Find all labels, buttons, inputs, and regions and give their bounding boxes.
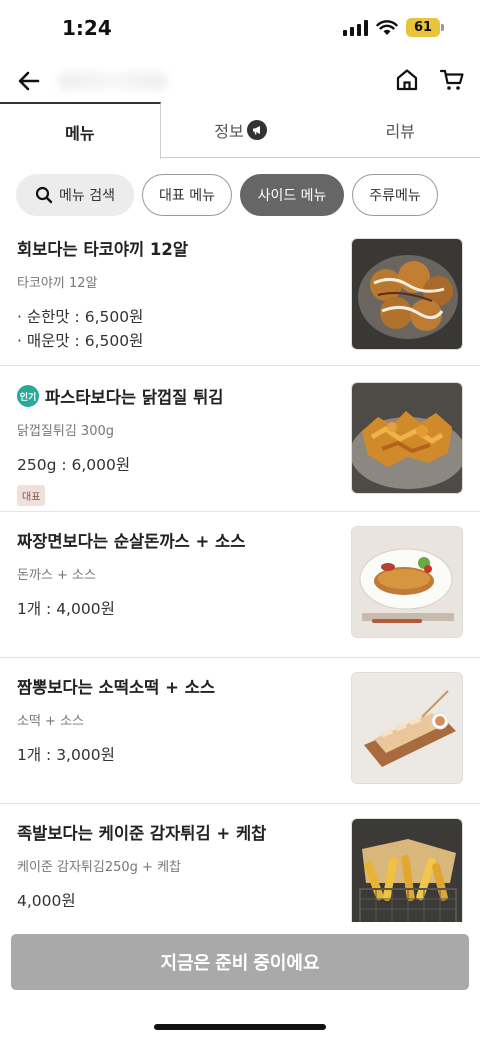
store-title-blurred: [58, 72, 168, 90]
menu-search-button[interactable]: 메뉴 검색: [16, 174, 134, 216]
preparing-button[interactable]: 지금은 준비 중이에요: [11, 934, 469, 990]
menu-item-price: 250g : 6,000원: [17, 456, 131, 474]
wifi-icon: [376, 19, 398, 35]
pork-cutlet-photo: [351, 526, 463, 638]
home-icon[interactable]: [394, 67, 420, 93]
cajun-fries-photo: [351, 818, 463, 930]
tab-label: 메뉴: [65, 123, 95, 143]
search-icon: [35, 186, 53, 204]
tab-label: 리뷰: [385, 121, 415, 141]
menu-item-name: 짜장면보다는 순살돈까스 + 소스: [17, 532, 246, 551]
menu-item-desc: 닭껍질튀김 300g: [17, 424, 114, 439]
takoyaki-photo: [351, 238, 463, 350]
menu-item-price: 4,000원: [17, 892, 76, 910]
menu-item-name: 족발보다는 케이준 감자튀김 + 케찹: [17, 824, 267, 843]
menu-item[interactable]: 인기 파스타보다는 닭껍질 튀김 닭껍질튀김 300g 250g : 6,000…: [0, 366, 480, 512]
menu-item[interactable]: 회보다는 타코야끼 12알 타코야끼 12알 · 순한맛 : 6,500원 · …: [0, 228, 480, 366]
tab-label: 정보: [214, 121, 244, 141]
menu-item-price: · 매운맛 : 6,500원: [17, 332, 144, 350]
menu-item-price: 1개 : 3,000원: [17, 746, 115, 764]
cart-icon[interactable]: [439, 67, 465, 93]
menu-filter-row: 메뉴 검색 대표 메뉴 사이드 메뉴 주류메뉴: [16, 174, 438, 216]
home-indicator: [154, 1024, 326, 1030]
popular-badge: 인기: [17, 385, 39, 407]
menu-item-name: 짬뽕보다는 소떡소떡 + 소스: [17, 678, 216, 697]
battery-icon: 61: [406, 18, 444, 37]
bottom-bar: 지금은 준비 중이에요: [0, 922, 480, 1039]
menu-item[interactable]: 짜장면보다는 순살돈까스 + 소스 돈까스 + 소스 1개 : 4,000원: [0, 512, 480, 658]
tab-bar: 메뉴 정보 리뷰: [0, 102, 480, 159]
tab-review[interactable]: 리뷰: [320, 102, 480, 157]
chip-alcohol-menu[interactable]: 주류메뉴: [352, 174, 438, 216]
status-time: 1:24: [62, 16, 112, 40]
status-bar: 1:24 61: [0, 0, 480, 58]
menu-list: 회보다는 타코야끼 12알 타코야끼 12알 · 순한맛 : 6,500원 · …: [0, 228, 480, 950]
cellular-signal-icon: [343, 19, 368, 36]
chip-side-menu[interactable]: 사이드 메뉴: [240, 174, 344, 216]
menu-item-name: 회보다는 타코야끼 12알: [17, 240, 189, 259]
top-nav: [0, 58, 480, 104]
search-label: 메뉴 검색: [59, 188, 115, 204]
chip-representative-menu[interactable]: 대표 메뉴: [142, 174, 232, 216]
menu-item-price-list: · 순한맛 : 6,500원 · 매운맛 : 6,500원: [17, 305, 335, 353]
menu-item[interactable]: 짬뽕보다는 소떡소떡 + 소스 소떡 + 소스 1개 : 3,000원: [0, 658, 480, 804]
fried-chicken-skin-photo: [351, 382, 463, 494]
battery-level: 61: [406, 18, 440, 37]
status-icons: 61: [343, 18, 444, 37]
tab-info[interactable]: 정보: [161, 102, 321, 157]
menu-item-price: · 순한맛 : 6,500원: [17, 308, 144, 326]
tab-menu[interactable]: 메뉴: [0, 102, 161, 159]
menu-item-name: 파스타보다는 닭껍질 튀김: [45, 388, 224, 407]
representative-tag: 대표: [17, 485, 46, 506]
menu-item-desc: 케이준 감자튀김250g + 케찹: [17, 860, 181, 875]
megaphone-icon: [246, 119, 267, 140]
menu-item-desc: 소떡 + 소스: [17, 714, 84, 729]
sotteok-photo: [351, 672, 463, 784]
menu-item-price: 1개 : 4,000원: [17, 600, 115, 618]
menu-item-desc: 타코야끼 12알: [17, 276, 98, 291]
menu-item-desc: 돈까스 + 소스: [17, 568, 96, 583]
arrow-left-icon[interactable]: [16, 68, 42, 94]
